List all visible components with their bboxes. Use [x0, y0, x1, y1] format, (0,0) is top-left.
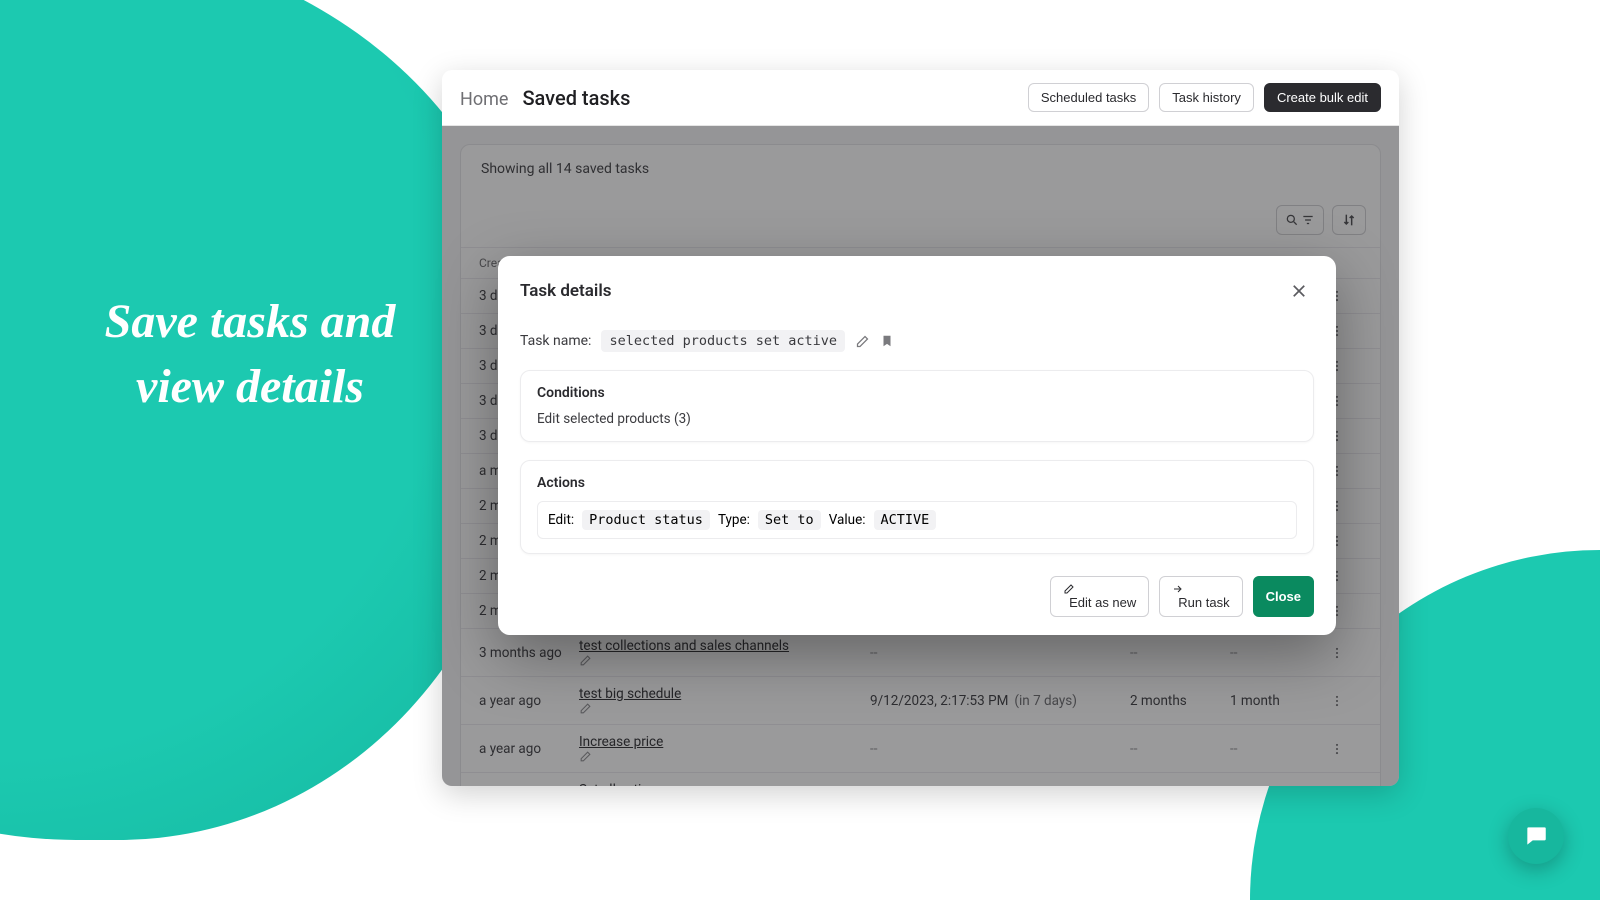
- chat-fab[interactable]: [1508, 808, 1564, 864]
- action-value-label: Value:: [829, 512, 866, 528]
- edit-task-name-button[interactable]: [855, 334, 870, 349]
- close-button[interactable]: [1284, 278, 1314, 304]
- actions-title: Actions: [537, 475, 1297, 491]
- action-type-value: Set to: [758, 510, 821, 530]
- action-value-value: ACTIVE: [874, 510, 937, 530]
- conditions-title: Conditions: [537, 385, 1297, 401]
- task-details-modal: Task details Task name: selected product…: [498, 256, 1336, 635]
- bookmark-task-button[interactable]: [880, 333, 894, 349]
- task-name-label: Task name:: [520, 333, 591, 349]
- page-title: Saved tasks: [522, 86, 630, 110]
- run-task-button[interactable]: Run task: [1159, 576, 1242, 617]
- modal-title: Task details: [520, 281, 611, 301]
- modal-footer: Edit as new Run task Close: [520, 576, 1314, 617]
- actions-panel: Actions Edit: Product status Type: Set t…: [520, 460, 1314, 554]
- action-edit-value: Product status: [582, 510, 710, 530]
- conditions-panel: Conditions Edit selected products (3): [520, 370, 1314, 442]
- action-line: Edit: Product status Type: Set to Value:…: [537, 501, 1297, 539]
- close-modal-button[interactable]: Close: [1253, 576, 1314, 617]
- marketing-headline: Save tasks and view details: [80, 290, 420, 420]
- edit-as-new-label: Edit as new: [1069, 595, 1136, 610]
- task-name-row: Task name: selected products set active: [520, 330, 1314, 352]
- chat-icon: [1523, 823, 1549, 849]
- pencil-icon: [855, 334, 870, 349]
- conditions-body: Edit selected products (3): [537, 411, 1297, 427]
- run-task-label: Run task: [1178, 595, 1229, 610]
- topbar: Home Saved tasks Scheduled tasks Task hi…: [442, 70, 1399, 126]
- create-bulk-edit-button[interactable]: Create bulk edit: [1264, 83, 1381, 112]
- scheduled-tasks-button[interactable]: Scheduled tasks: [1028, 83, 1149, 112]
- edit-as-new-button[interactable]: Edit as new: [1050, 576, 1149, 617]
- task-name-value: selected products set active: [601, 330, 845, 352]
- action-edit-label: Edit:: [548, 512, 574, 528]
- run-icon: [1172, 583, 1229, 595]
- task-history-button[interactable]: Task history: [1159, 83, 1254, 112]
- topbar-buttons: Scheduled tasks Task history Create bulk…: [1028, 83, 1381, 112]
- bookmark-icon: [880, 333, 894, 349]
- action-type-label: Type:: [718, 512, 750, 528]
- pencil-icon: [1063, 583, 1136, 595]
- breadcrumb-home[interactable]: Home: [460, 89, 508, 110]
- close-icon: [1290, 282, 1308, 300]
- breadcrumb: Home Saved tasks: [460, 86, 630, 110]
